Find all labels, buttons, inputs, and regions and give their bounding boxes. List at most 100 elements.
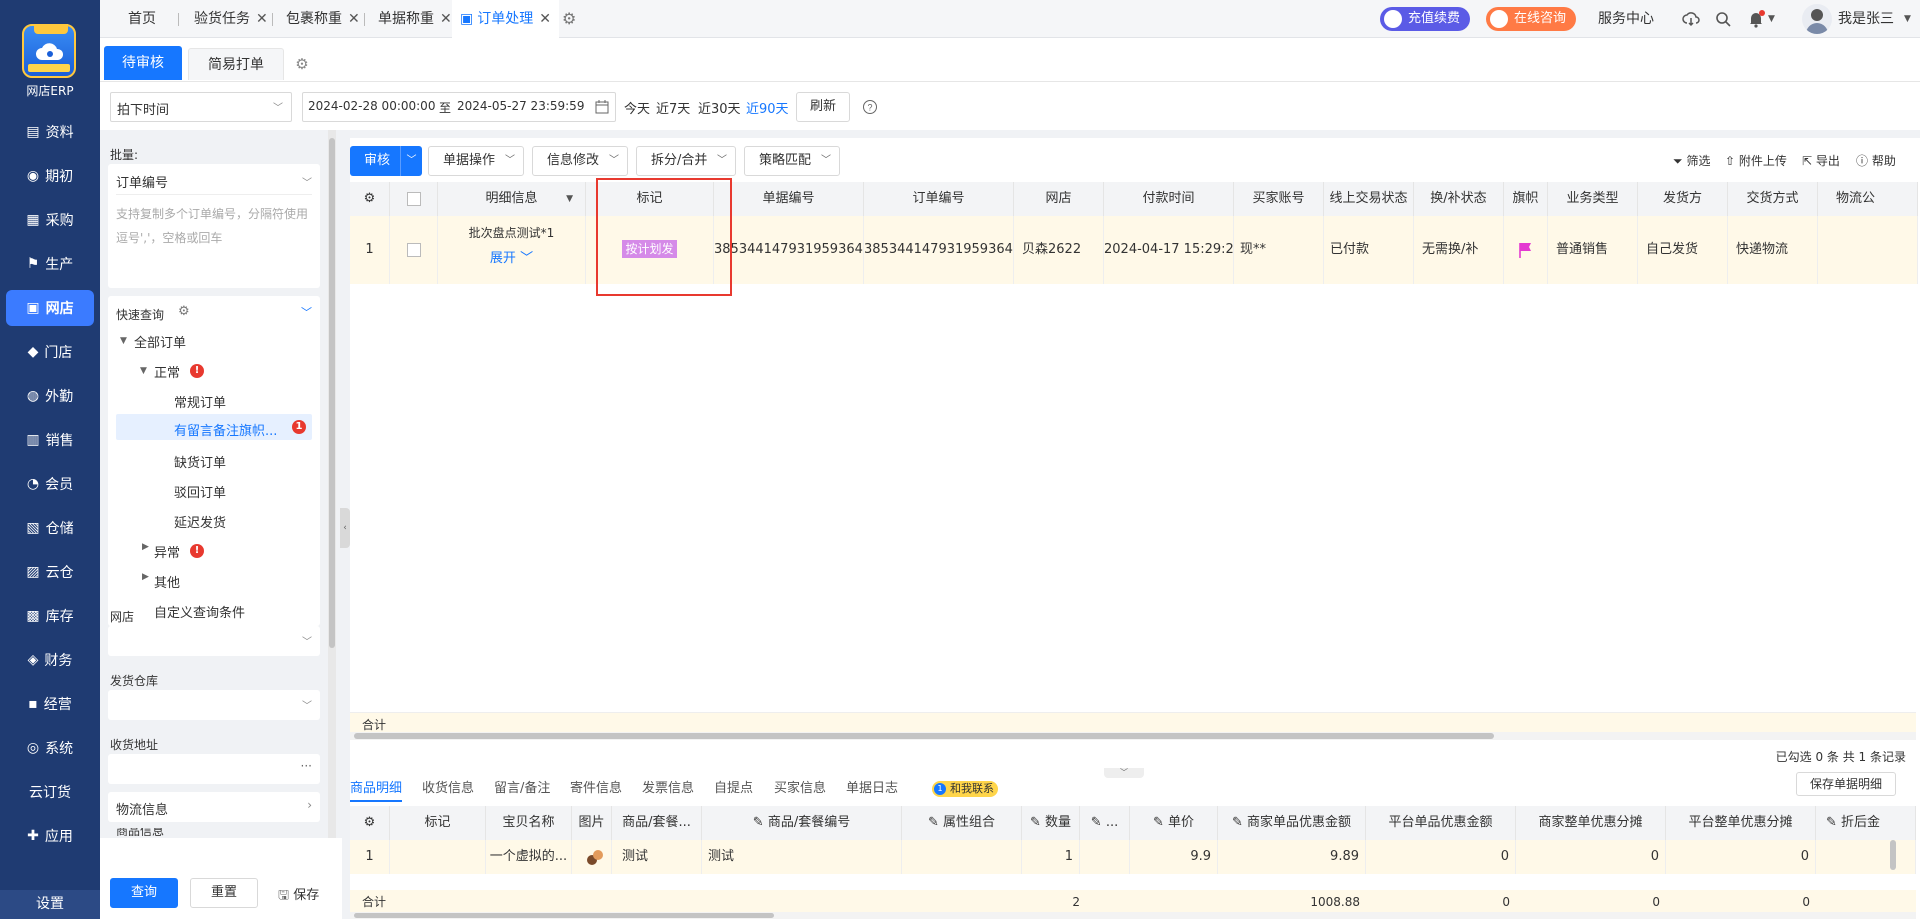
tree-all-orders[interactable]: 全部订单 bbox=[134, 332, 186, 351]
caret-down-icon[interactable]: ▼ bbox=[120, 336, 127, 346]
nav-item-11[interactable]: ▩ 库存 bbox=[0, 598, 100, 634]
column-settings[interactable]: ⚙ bbox=[350, 182, 390, 216]
tab-buyer-info[interactable]: 买家信息 bbox=[774, 776, 826, 802]
nav-settings-button[interactable]: 设置 bbox=[0, 890, 100, 919]
caret-right-icon[interactable]: ▶ bbox=[142, 542, 149, 552]
caret-down-icon[interactable]: ▼ bbox=[140, 366, 147, 376]
quick-90days[interactable]: 近90天 bbox=[746, 98, 789, 117]
col-detail[interactable]: 明细信息 ▼ bbox=[438, 182, 586, 216]
tab-doc-weigh[interactable]: 单据称重 ✕ bbox=[378, 0, 452, 38]
quick-30days[interactable]: 近30天 bbox=[698, 98, 741, 117]
refresh-button[interactable]: 刷新 bbox=[796, 92, 850, 122]
nav-item-8[interactable]: ◔ 会员 bbox=[0, 466, 100, 502]
time-type-select[interactable]: 拍下时间 ﹀ bbox=[110, 92, 292, 122]
nav-item-14[interactable]: ◎ 系统 bbox=[0, 730, 100, 766]
bcol-qty[interactable]: ✎ 数量 bbox=[1022, 806, 1080, 840]
goods-image[interactable] bbox=[572, 840, 612, 874]
logistics-select[interactable]: 物流信息 › bbox=[108, 792, 320, 822]
help-icon[interactable]: ? bbox=[862, 99, 878, 115]
col-biz-type[interactable]: 业务类型 bbox=[1548, 182, 1638, 216]
app-logo[interactable] bbox=[22, 24, 76, 78]
tree-abnormal[interactable]: 异常 bbox=[154, 542, 180, 561]
nav-item-12[interactable]: ◈ 财务 bbox=[0, 642, 100, 678]
bcol-platform-disc[interactable]: 平台单品优惠金额 bbox=[1366, 806, 1516, 840]
tab-receive-info[interactable]: 收货信息 bbox=[422, 776, 474, 802]
tree-rejected-orders[interactable]: 驳回订单 bbox=[174, 482, 226, 501]
avatar[interactable] bbox=[1802, 4, 1832, 34]
date-range-picker[interactable]: 2024-02-28 00:00:00 至 2024-05-27 23:59:5… bbox=[302, 92, 616, 122]
strategy-match-menu[interactable]: 策略匹配 ﹀ bbox=[744, 146, 840, 176]
bcol-merchant-disc[interactable]: ✎ 商家单品优惠金额 bbox=[1218, 806, 1366, 840]
bcol-image[interactable]: 图片 bbox=[572, 806, 612, 840]
nav-item-15[interactable]: 云订货 bbox=[0, 774, 100, 810]
tab-inspection[interactable]: 验货任务 ✕ bbox=[194, 0, 268, 38]
bell-icon[interactable] bbox=[1746, 9, 1766, 29]
bcol-goods[interactable]: 商品/套餐... bbox=[612, 806, 702, 840]
save-detail-button[interactable]: 保存单据明细 bbox=[1796, 772, 1896, 796]
service-center-link[interactable]: 服务中心 bbox=[1598, 0, 1654, 38]
nav-item-6[interactable]: ◍ 外勤 bbox=[0, 378, 100, 414]
tab-sender-info[interactable]: 寄件信息 bbox=[570, 776, 622, 802]
h-scrollbar[interactable] bbox=[350, 912, 1916, 919]
quick-7days[interactable]: 近7天 bbox=[656, 98, 690, 117]
batch-type-select[interactable]: 订单编号 bbox=[116, 172, 168, 191]
save-button[interactable]: 🖫 保存 bbox=[278, 884, 319, 908]
nav-item-16[interactable]: ✚ 应用 bbox=[0, 818, 100, 854]
bcol-price[interactable]: ✎ 单价 bbox=[1130, 806, 1218, 840]
tab-simple-print[interactable]: 简易打单 bbox=[188, 48, 284, 80]
tab-goods-detail[interactable]: 商品明细 bbox=[350, 776, 403, 802]
col-shop[interactable]: 网店 bbox=[1014, 182, 1104, 216]
row-checkbox[interactable] bbox=[406, 242, 421, 257]
v-scrollbar[interactable] bbox=[1890, 840, 1896, 870]
panel-toggle[interactable]: ﹀ bbox=[1104, 768, 1144, 778]
col-buyer[interactable]: 买家账号 bbox=[1234, 182, 1324, 216]
tab-doc-log[interactable]: 单据日志 bbox=[846, 776, 898, 802]
expand-link[interactable]: 展开 ﹀ bbox=[438, 250, 585, 268]
search-icon[interactable] bbox=[1714, 10, 1732, 28]
gear-icon[interactable]: ⚙ bbox=[178, 304, 190, 319]
close-icon[interactable]: ✕ bbox=[256, 11, 268, 27]
chevron-down-icon[interactable]: ▼ bbox=[1768, 0, 1775, 38]
warehouse-select[interactable]: ﹀ bbox=[108, 690, 320, 720]
bcol-name[interactable]: 宝贝名称 bbox=[486, 806, 572, 840]
tab-invoice-info[interactable]: 发票信息 bbox=[642, 776, 694, 802]
nav-item-0[interactable]: ▤ 资料 bbox=[0, 114, 100, 150]
col-order-no[interactable]: 订单编号 bbox=[864, 182, 1014, 216]
bcol-platform-share[interactable]: 平台整单优惠分摊 bbox=[1666, 806, 1816, 840]
gear-icon[interactable]: ⚙ bbox=[292, 48, 312, 80]
user-name[interactable]: 我是张三 bbox=[1838, 0, 1894, 38]
nav-item-2[interactable]: ▦ 采购 bbox=[0, 202, 100, 238]
caret-down-icon[interactable]: ▼ bbox=[566, 182, 573, 216]
nav-item-3[interactable]: ⚑ 生产 bbox=[0, 246, 100, 282]
collapse-handle[interactable]: ‹ bbox=[340, 508, 350, 548]
bcol-attr[interactable]: ✎ 属性组合 bbox=[902, 806, 1022, 840]
tree-stockout-orders[interactable]: 缺货订单 bbox=[174, 452, 226, 471]
contact-me-button[interactable]: 1 和我联系 bbox=[932, 781, 998, 797]
col-pay-time[interactable]: 付款时间 bbox=[1104, 182, 1234, 216]
bcol-after-disc[interactable]: ✎ 折后金 bbox=[1816, 806, 1916, 840]
nav-item-13[interactable]: ▪ 经营 bbox=[0, 686, 100, 722]
shop-select[interactable]: ﹀ bbox=[108, 626, 320, 656]
tree-normal[interactable]: 正常 bbox=[154, 362, 180, 381]
tree-delayed-shipping[interactable]: 延迟发货 bbox=[174, 512, 226, 531]
tab-message-remark[interactable]: 留言/备注 bbox=[494, 776, 550, 802]
col-doc-no[interactable]: 单据编号 bbox=[714, 182, 864, 216]
col-swap-status[interactable]: 换/补状态 bbox=[1414, 182, 1504, 216]
nav-item-7[interactable]: ▥ 销售 bbox=[0, 422, 100, 458]
recharge-button[interactable]: 充值续费 bbox=[1380, 7, 1471, 31]
tree-custom-query[interactable]: 自定义查询条件 bbox=[154, 602, 245, 621]
caret-right-icon[interactable]: ▶ bbox=[142, 572, 149, 582]
col-trade-status[interactable]: 线上交易状态 bbox=[1324, 182, 1414, 216]
gear-icon[interactable]: ⚙ bbox=[364, 191, 376, 206]
doc-operation-menu[interactable]: 单据操作 ﹀ bbox=[428, 146, 524, 176]
col-logistics[interactable]: 物流公 bbox=[1818, 182, 1918, 216]
close-icon[interactable]: ✕ bbox=[348, 11, 360, 27]
nav-item-10[interactable]: ▨ 云仓 bbox=[0, 554, 100, 590]
nav-item-9[interactable]: ▧ 仓储 bbox=[0, 510, 100, 546]
tree-regular-orders[interactable]: 常规订单 bbox=[174, 392, 226, 411]
col-delivery[interactable]: 交货方式 bbox=[1728, 182, 1818, 216]
filter-button[interactable]: ⏷ 筛选 bbox=[1673, 152, 1710, 169]
address-select[interactable]: ··· bbox=[108, 754, 320, 784]
scrollbar[interactable] bbox=[328, 130, 336, 890]
nav-item-5[interactable]: ◆ 门店 bbox=[0, 334, 100, 370]
